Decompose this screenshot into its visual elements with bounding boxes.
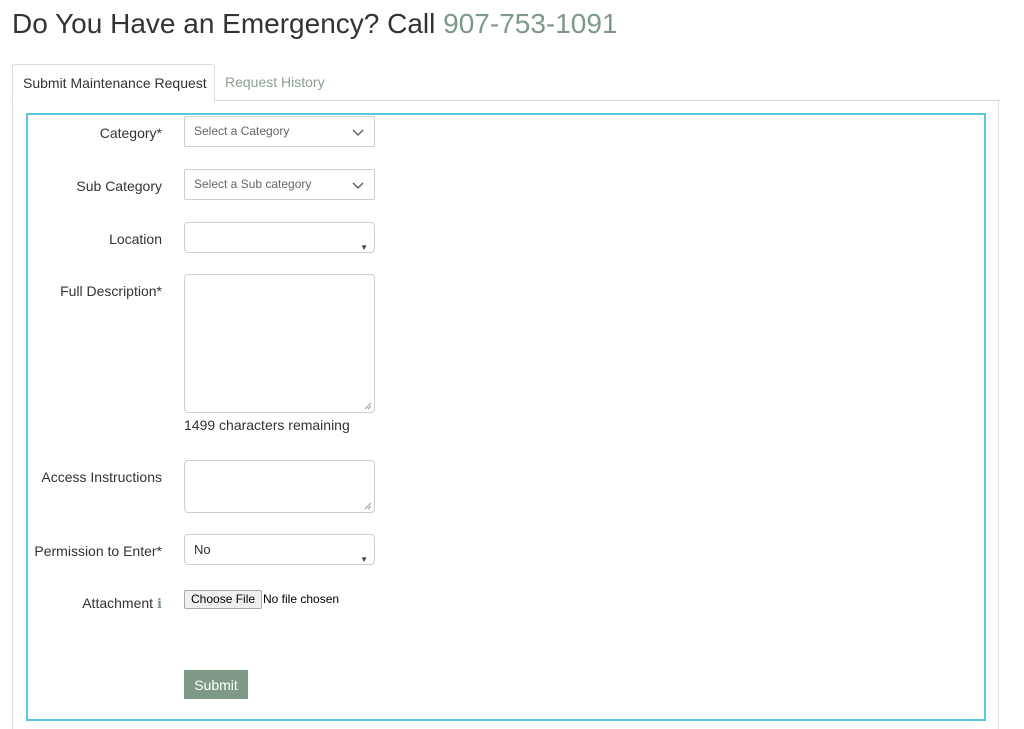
attachment-label: Attachment	[82, 595, 154, 611]
file-status: No file chosen	[263, 592, 340, 606]
location-select[interactable]: ▼	[184, 222, 375, 253]
access-instructions-label: Access Instructions	[41, 469, 162, 485]
sub-category-placeholder: Select a Sub category	[194, 177, 312, 191]
page-title: Do You Have an Emergency? Call 907-753-1…	[12, 8, 618, 40]
full-description-label: Full Description*	[60, 283, 162, 299]
category-placeholder: Select a Category	[194, 124, 290, 138]
tab-bar: Submit Maintenance Request Request Histo…	[12, 64, 1000, 102]
tab-submit-maintenance-request[interactable]: Submit Maintenance Request	[12, 64, 215, 102]
sub-category-select[interactable]: Select a Sub category	[184, 169, 375, 200]
resize-grip-icon[interactable]	[364, 502, 372, 510]
maintenance-request-form: Category* Select a Category Sub Category…	[26, 113, 986, 721]
choose-file-button[interactable]: Choose File	[184, 590, 263, 609]
characters-remaining: 1499 characters remaining	[184, 417, 350, 433]
location-label: Location	[109, 231, 162, 247]
submit-button[interactable]: Submit	[184, 670, 248, 699]
triangle-down-icon: ▼	[360, 243, 368, 252]
tab-request-history[interactable]: Request History	[215, 64, 335, 100]
info-icon[interactable]: i	[157, 597, 162, 612]
category-select[interactable]: Select a Category	[184, 116, 375, 147]
category-label: Category*	[99, 125, 162, 141]
resize-grip-icon[interactable]	[364, 402, 372, 410]
full-description-textarea[interactable]	[184, 274, 375, 413]
triangle-down-icon: ▼	[360, 555, 368, 564]
chevron-down-icon	[352, 129, 364, 136]
page-title-text: Do You Have an Emergency? Call	[12, 8, 436, 39]
permission-to-enter-select[interactable]: No ▼	[184, 534, 375, 565]
permission-to-enter-value: No	[194, 542, 211, 557]
emergency-phone-link[interactable]: 907-753-1091	[443, 8, 617, 39]
permission-to-enter-label: Permission to Enter*	[34, 543, 162, 559]
chevron-down-icon	[352, 182, 364, 189]
access-instructions-textarea[interactable]	[184, 460, 375, 513]
sub-category-label: Sub Category	[76, 178, 162, 194]
attachment-label-group: Attachment i	[82, 595, 162, 612]
